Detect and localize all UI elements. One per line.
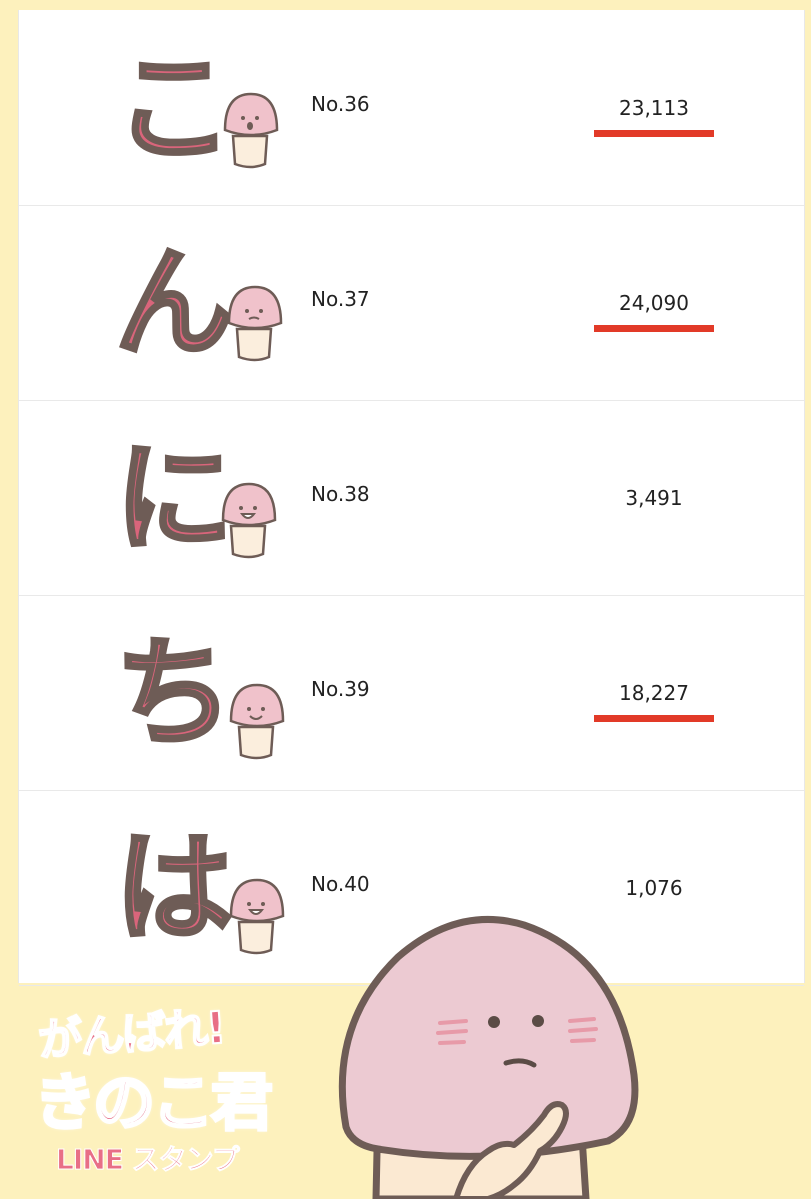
stamp-count: 24,090 — [619, 291, 689, 315]
stamp-count: 1,076 — [625, 876, 683, 900]
mushroom-mini-icon — [227, 285, 283, 362]
stamp-character: ん — [113, 232, 235, 374]
stamp-row-39[interactable]: ち No.39 18,227 — [19, 595, 804, 791]
stamp-number: No.39 — [311, 677, 370, 701]
stamp-count: 3,491 — [625, 486, 683, 510]
mushroom-mini-icon — [223, 92, 279, 169]
mushroom-mini-icon — [229, 878, 285, 955]
stamp-image: ち — [113, 622, 285, 764]
stamp-number: No.36 — [311, 92, 370, 116]
stamp-row-38[interactable]: に No.38 3,491 — [19, 400, 804, 596]
logo-line-3: LINE スタンプ — [56, 1143, 241, 1177]
stamp-image: に — [113, 427, 285, 569]
stamp-character: こ — [113, 37, 235, 179]
stamp-image: ん — [113, 232, 285, 374]
stamp-number: No.40 — [311, 872, 370, 896]
logo-line-2: きのこ君 — [32, 1065, 274, 1141]
stamp-row-36[interactable]: こ No.36 23,113 — [19, 10, 804, 206]
highlight-underline — [594, 715, 714, 722]
stamp-image: こ — [113, 37, 285, 179]
stamp-row-37[interactable]: ん No.37 24,090 — [19, 205, 804, 401]
mushroom-mini-icon — [229, 683, 285, 760]
ganbare-kinoko-logo: がんばれ! きのこ君 LINE スタンプ — [28, 998, 298, 1188]
kinoko-mascot-image — [338, 916, 639, 1199]
stamp-character: に — [113, 427, 235, 569]
stamp-number: No.38 — [311, 482, 370, 506]
stamp-image: は — [113, 817, 285, 959]
mushroom-mini-icon — [221, 482, 277, 559]
highlight-underline — [594, 325, 714, 332]
stamp-character: は — [113, 817, 235, 959]
highlight-underline — [594, 130, 714, 137]
stamp-character: ち — [113, 622, 235, 764]
stamp-count: 18,227 — [619, 681, 689, 705]
stamp-count: 23,113 — [619, 96, 689, 120]
stamp-number: No.37 — [311, 287, 370, 311]
stamp-list-panel: こ No.36 23,113 ん No.37 24,090 に No.38 3,… — [18, 10, 805, 986]
